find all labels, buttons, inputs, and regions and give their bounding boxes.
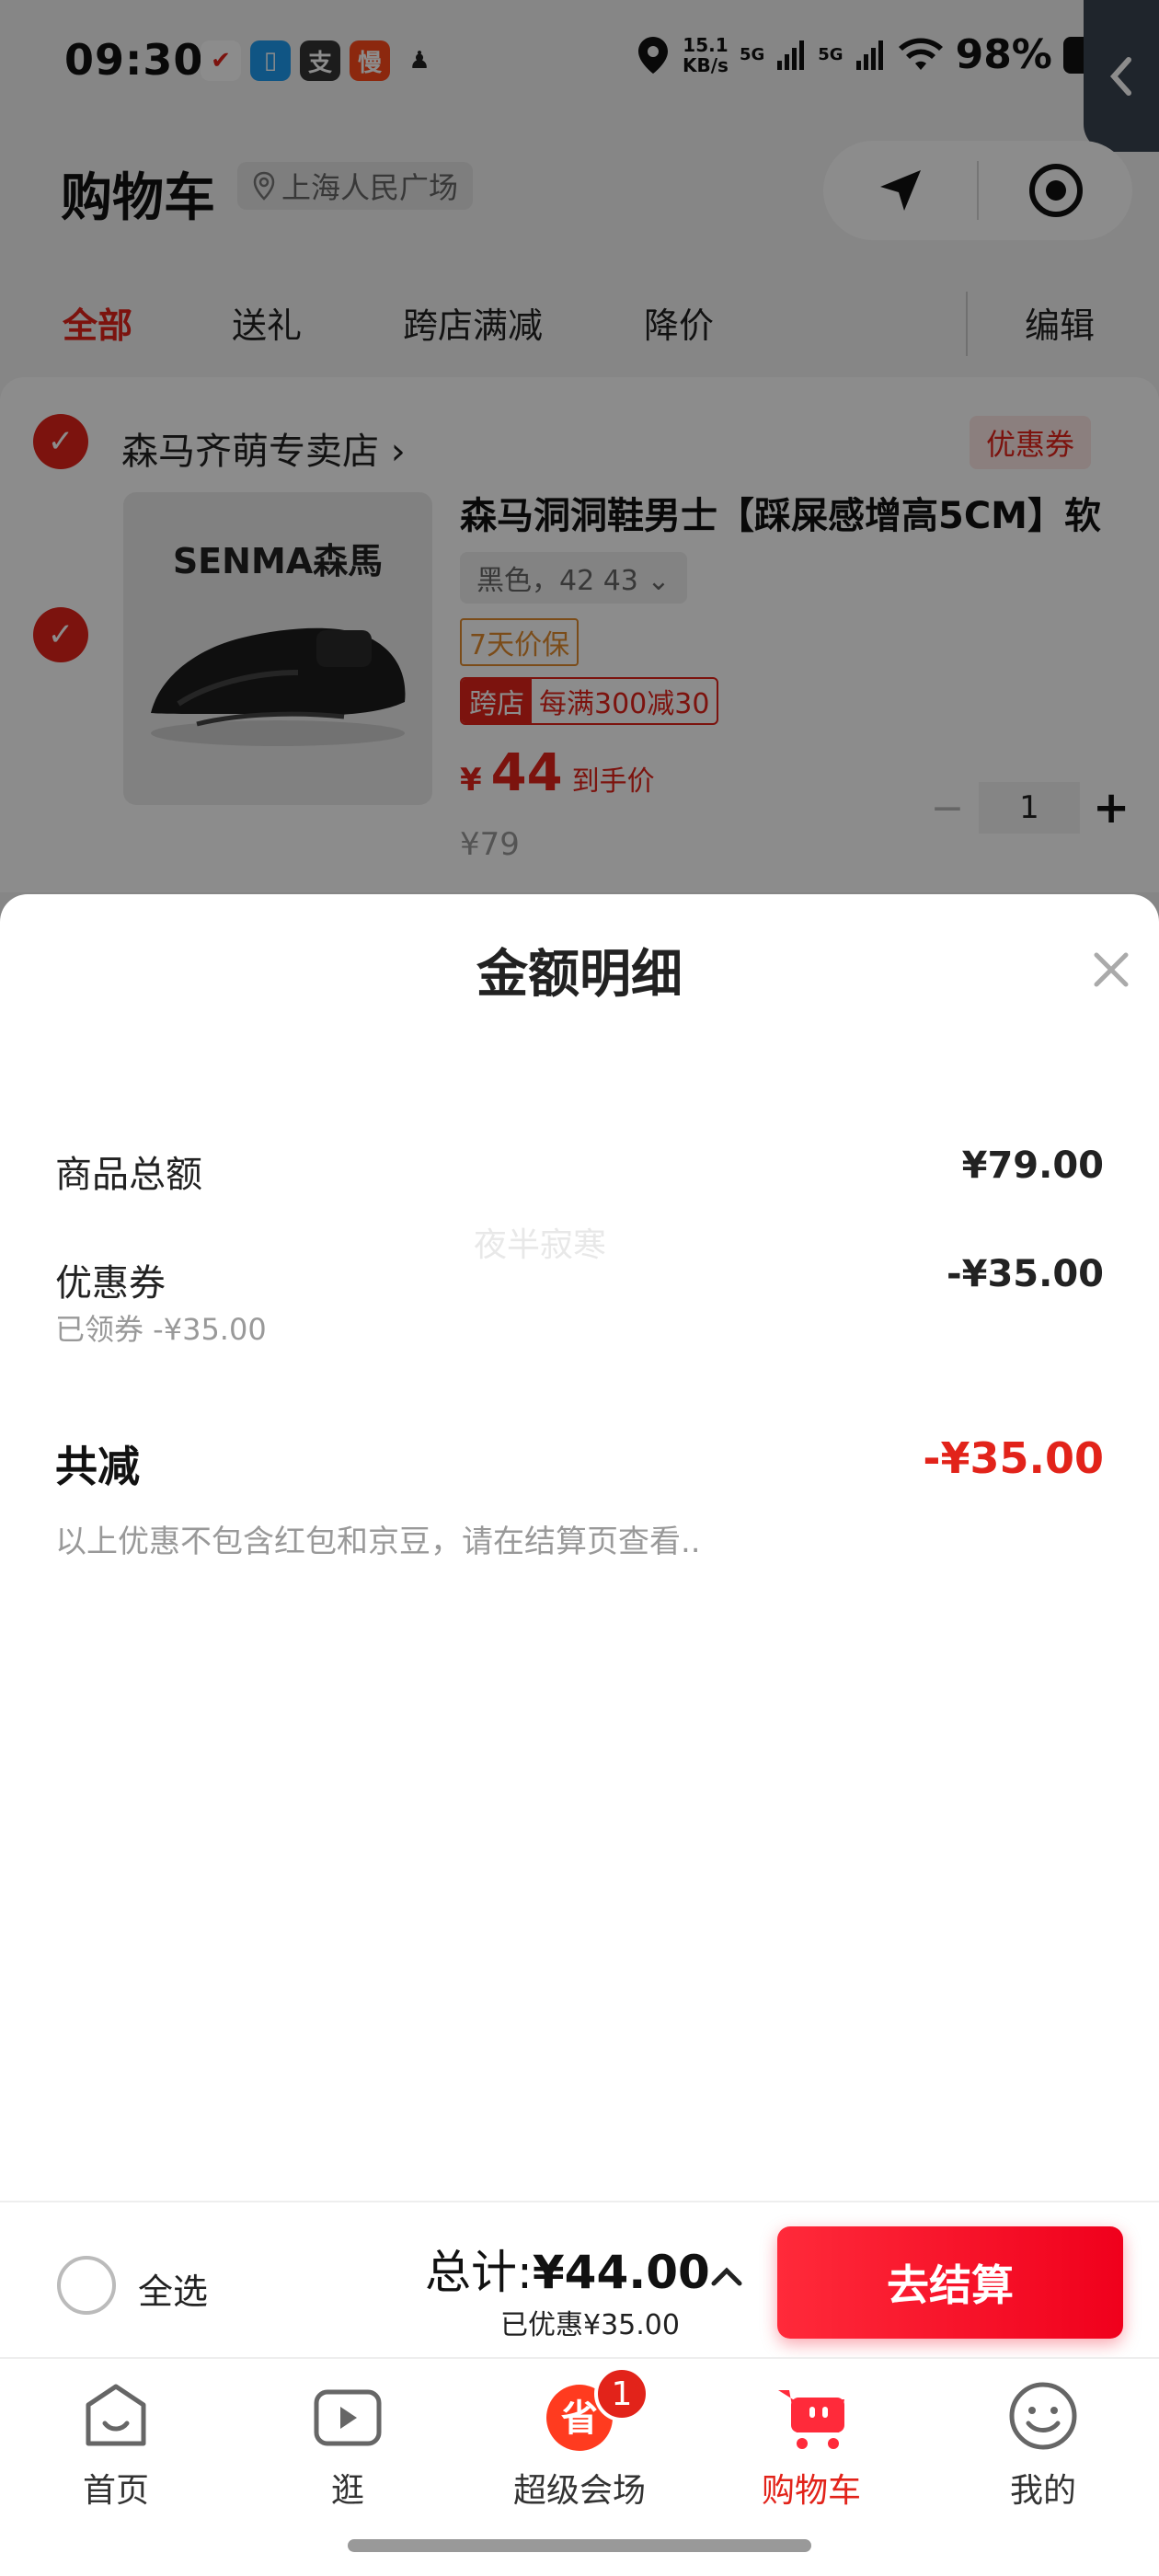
nav-item-home[interactable]: 首页 [24,2377,208,2512]
nav-item-profile[interactable]: 我的 [951,2377,1135,2512]
discount-summary: 已优惠¥35.00 [500,2309,680,2341]
select-all-checkbox[interactable] [57,2256,116,2315]
nav-label: 首页 [82,2472,149,2510]
smile-face-icon [1004,2377,1082,2455]
nav-label: 购物车 [761,2472,861,2510]
total-amount: 总计:¥44.00 [425,2236,710,2302]
checkout-bar: 全选 总计:¥44.00 已优惠¥35.00 去结算 [0,2201,1159,2355]
select-all-label[interactable]: 全选 [138,2263,208,2314]
super-venue-icon: 省 1 [541,2366,649,2455]
sheet-title: 金额明细 [476,945,683,1005]
nav-label: 逛 [330,2472,364,2510]
play-video-icon [309,2377,386,2455]
discount-note: 以上优惠不包含红包和京豆，请在结算页查看.. [55,1524,701,1560]
nav-label: 我的 [1009,2472,1076,2510]
total-prefix: 总计: [425,2246,533,2299]
cart-icon [773,2377,850,2455]
home-icon [77,2377,155,2455]
home-indicator[interactable] [348,2539,811,2552]
svg-text:省: 省 [561,2398,598,2440]
total-value: ¥44.00 [532,2246,710,2299]
goods-total-value: ¥79.00 [961,1144,1104,1187]
total-discount-label: 共减 [55,1442,140,1491]
nav-item-cart[interactable]: 购物车 [719,2377,903,2512]
total-discount-value: -¥35.00 [923,1433,1104,1483]
checkout-button[interactable]: 去结算 [777,2226,1123,2339]
nav-label: 超级会场 [512,2472,646,2510]
nav-item-browse[interactable]: 逛 [256,2377,440,2512]
nav-badge: 1 [594,2366,649,2421]
chevron-up-icon[interactable] [706,2258,747,2298]
coupon-sub-text: 已领券 -¥35.00 [55,1312,267,1347]
coupon-label: 优惠券 [55,1262,166,1305]
coupon-value: -¥35.00 [947,1253,1104,1295]
watermark-text: 夜半寂寒 [474,1226,607,1264]
goods-total-label: 商品总额 [55,1154,202,1196]
nav-item-super-venue[interactable]: 省 1 超级会场 [488,2366,671,2512]
close-icon[interactable] [1085,944,1137,995]
